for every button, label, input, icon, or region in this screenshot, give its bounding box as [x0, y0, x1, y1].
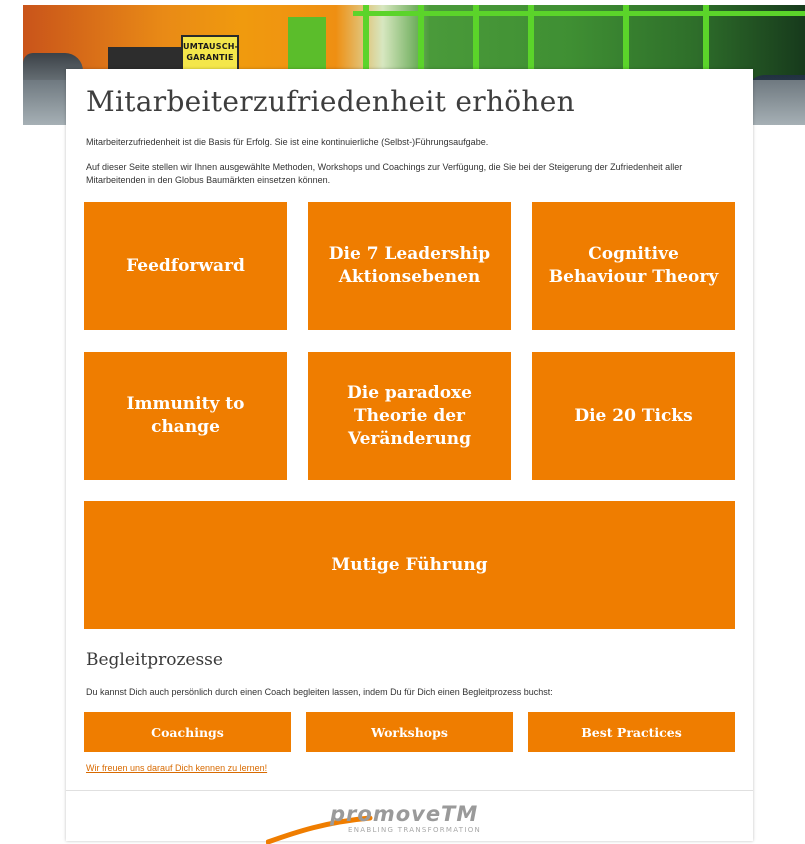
intro-paragraph-2: Auf dieser Seite stellen wir Ihnen ausge… — [86, 162, 683, 185]
tile-cognitive-behaviour-theory[interactable]: Cognitive Behaviour Theory — [532, 202, 735, 330]
page-title: Mitarbeiterzufriedenheit erhöhen — [86, 85, 575, 118]
footer-divider — [66, 790, 753, 791]
best-practices-button[interactable]: Best Practices — [528, 712, 735, 752]
umtausch-garantie-sign: UMTAUSCH- GARANTIE — [181, 35, 239, 71]
begleitprozesse-heading: Begleitprozesse — [86, 650, 223, 670]
coachings-button[interactable]: Coachings — [84, 712, 291, 752]
logo-wordmark: promoveTM — [330, 802, 479, 826]
banner-door — [288, 17, 326, 77]
tile-immunity-to-change[interactable]: Immunity to change — [84, 352, 287, 480]
tile-20-ticks[interactable]: Die 20 Ticks — [532, 352, 735, 480]
sign-line-2: GARANTIE — [186, 53, 234, 62]
content-card: Mitarbeiterzufriedenheit erhöhen Mitarbe… — [66, 69, 753, 844]
kennenlernen-link[interactable]: Wir freuen uns darauf Dich kennen zu ler… — [86, 763, 267, 773]
workshops-button[interactable]: Workshops — [306, 712, 513, 752]
tile-feedforward[interactable]: Feedforward — [84, 202, 287, 330]
promove-logo: promoveTM ENABLING TRANSFORMATION — [330, 802, 500, 840]
tile-mutige-fuehrung[interactable]: Mutige Führung — [84, 501, 735, 629]
logo-tagline: ENABLING TRANSFORMATION — [348, 826, 482, 834]
tile-leadership-aktionsebenen[interactable]: Die 7 Leadership Aktionsebenen — [308, 202, 511, 330]
tile-paradoxe-theorie[interactable]: Die paradoxe Theorie der Veränderung — [308, 352, 511, 480]
intro-paragraph-1: Mitarbeiterzufriedenheit ist die Basis f… — [86, 137, 489, 147]
sign-line-1: UMTAUSCH- — [183, 42, 239, 51]
begleitprozesse-text: Du kannst Dich auch persönlich durch ein… — [86, 687, 553, 697]
